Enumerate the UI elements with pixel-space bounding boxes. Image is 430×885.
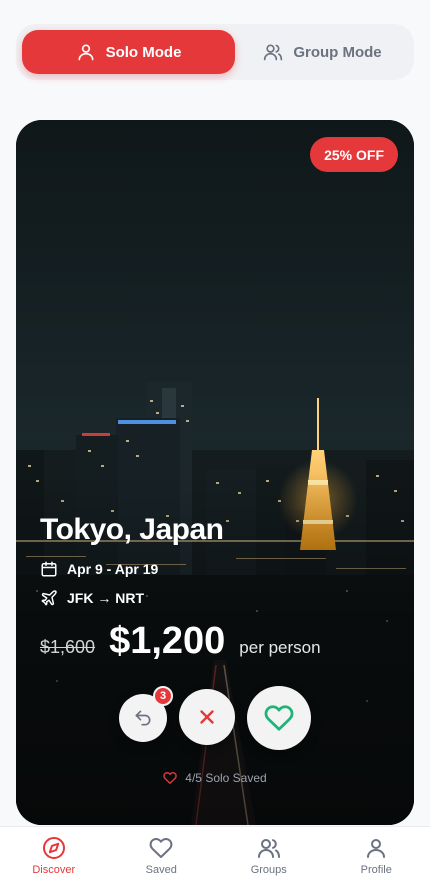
solo-mode-button[interactable]: Solo Mode xyxy=(22,30,235,74)
undo-button[interactable]: 3 xyxy=(119,686,173,742)
user-icon xyxy=(367,839,386,858)
compass-icon xyxy=(42,837,65,859)
destination-card[interactable]: 25% OFF Tokyo, Japan Apr 9 - Apr 19 JFK … xyxy=(16,120,414,825)
heart-icon xyxy=(264,705,294,731)
nav-saved-label: Saved xyxy=(145,864,177,876)
saved-status-text: 4/5 Solo Saved xyxy=(185,771,267,785)
saved-status: 4/5 Solo Saved xyxy=(16,771,414,785)
original-price: $1,600 xyxy=(40,637,96,657)
nav-profile-label: Profile xyxy=(360,864,392,876)
like-button[interactable] xyxy=(247,686,311,750)
bottom-nav: Discover Saved Groups Profile xyxy=(0,826,430,885)
undo-icon xyxy=(135,710,151,726)
plane-icon xyxy=(41,590,57,606)
solo-mode-label: Solo Mode xyxy=(105,43,182,61)
sale-price: $1,200 xyxy=(109,620,226,662)
undo-count-badge: 3 xyxy=(153,686,173,706)
close-icon xyxy=(200,710,214,724)
nav-profile[interactable]: Profile xyxy=(323,827,430,885)
nav-groups-label: Groups xyxy=(250,864,287,876)
mode-toggle: Solo Mode Group Mode xyxy=(16,24,414,80)
users-icon xyxy=(257,839,280,858)
price-row: $1,600 $1,200 per person xyxy=(40,620,321,670)
travel-dates: Apr 9 - Apr 19 xyxy=(40,560,158,578)
destination-title: Tokyo, Japan xyxy=(40,513,224,546)
nav-discover[interactable]: Discover xyxy=(0,827,108,885)
flight-route: JFK → NRT xyxy=(40,589,144,607)
dates-text: Apr 9 - Apr 19 xyxy=(67,561,159,577)
users-icon xyxy=(264,44,283,61)
heart-icon xyxy=(163,772,178,784)
group-mode-button[interactable]: Group Mode xyxy=(237,30,408,74)
calendar-icon xyxy=(41,561,57,577)
route-text: JFK → NRT xyxy=(67,590,144,606)
nav-saved[interactable]: Saved xyxy=(108,827,216,885)
pass-button[interactable] xyxy=(179,689,235,745)
group-mode-label: Group Mode xyxy=(293,43,382,61)
nav-groups[interactable]: Groups xyxy=(215,827,323,885)
price-unit: per person xyxy=(239,638,321,657)
heart-icon xyxy=(149,838,173,858)
discount-badge: 25% OFF xyxy=(310,137,398,172)
nav-discover-label: Discover xyxy=(32,864,76,876)
user-icon xyxy=(78,44,94,61)
